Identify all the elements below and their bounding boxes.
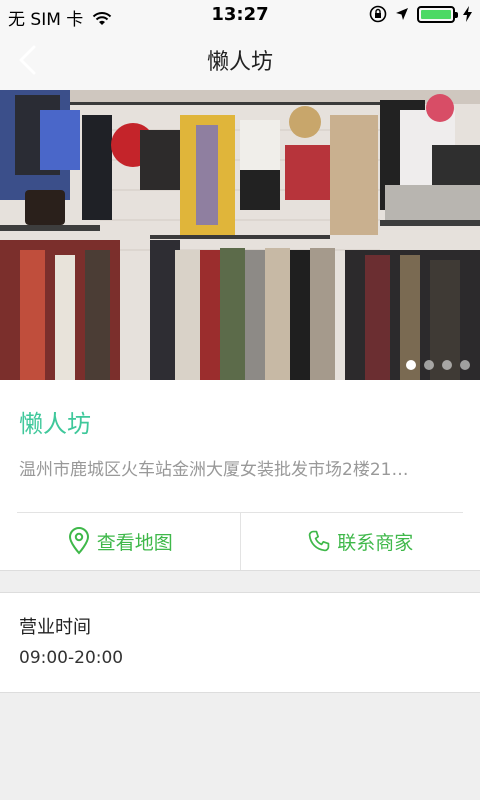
contact-merchant-label: 联系商家 <box>337 531 414 554</box>
carousel-dot[interactable] <box>424 360 434 370</box>
business-hours-label: 营业时间 <box>19 617 91 638</box>
action-bar: 查看地图 联系商家 <box>0 512 480 570</box>
nav-bar: 懒人坊 <box>0 30 480 90</box>
store-photo <box>0 90 480 380</box>
status-bar: 无 SIM 卡 13:27 <box>0 0 480 30</box>
rotation-lock-icon <box>369 5 387 23</box>
view-map-label: 查看地图 <box>96 531 173 554</box>
charging-icon <box>463 6 472 22</box>
battery-icon <box>417 5 458 23</box>
phone-icon <box>308 530 330 552</box>
shop-banner[interactable] <box>0 90 480 380</box>
carousel-dot[interactable] <box>460 360 470 370</box>
contact-merchant-button[interactable]: 联系商家 <box>239 512 480 570</box>
location-icon <box>396 8 408 20</box>
business-hours-section: 营业时间 09:00-20:00 <box>0 592 480 693</box>
carousel-dot[interactable] <box>406 360 416 370</box>
shop-info-card: 懒人坊 温州市鹿城区火车站金洲大厦女装批发市场2楼21… 查看地图 联系商家 <box>0 380 480 571</box>
location-pin-icon <box>68 527 89 555</box>
view-map-button[interactable]: 查看地图 <box>0 512 240 570</box>
shop-name: 懒人坊 <box>19 410 91 438</box>
shop-address: 温州市鹿城区火车站金洲大厦女装批发市场2楼21… <box>19 460 409 480</box>
business-hours-value: 09:00-20:00 <box>19 648 124 668</box>
page-title: 懒人坊 <box>206 50 273 75</box>
carousel-dots <box>406 360 470 370</box>
carousel-dot[interactable] <box>442 360 452 370</box>
